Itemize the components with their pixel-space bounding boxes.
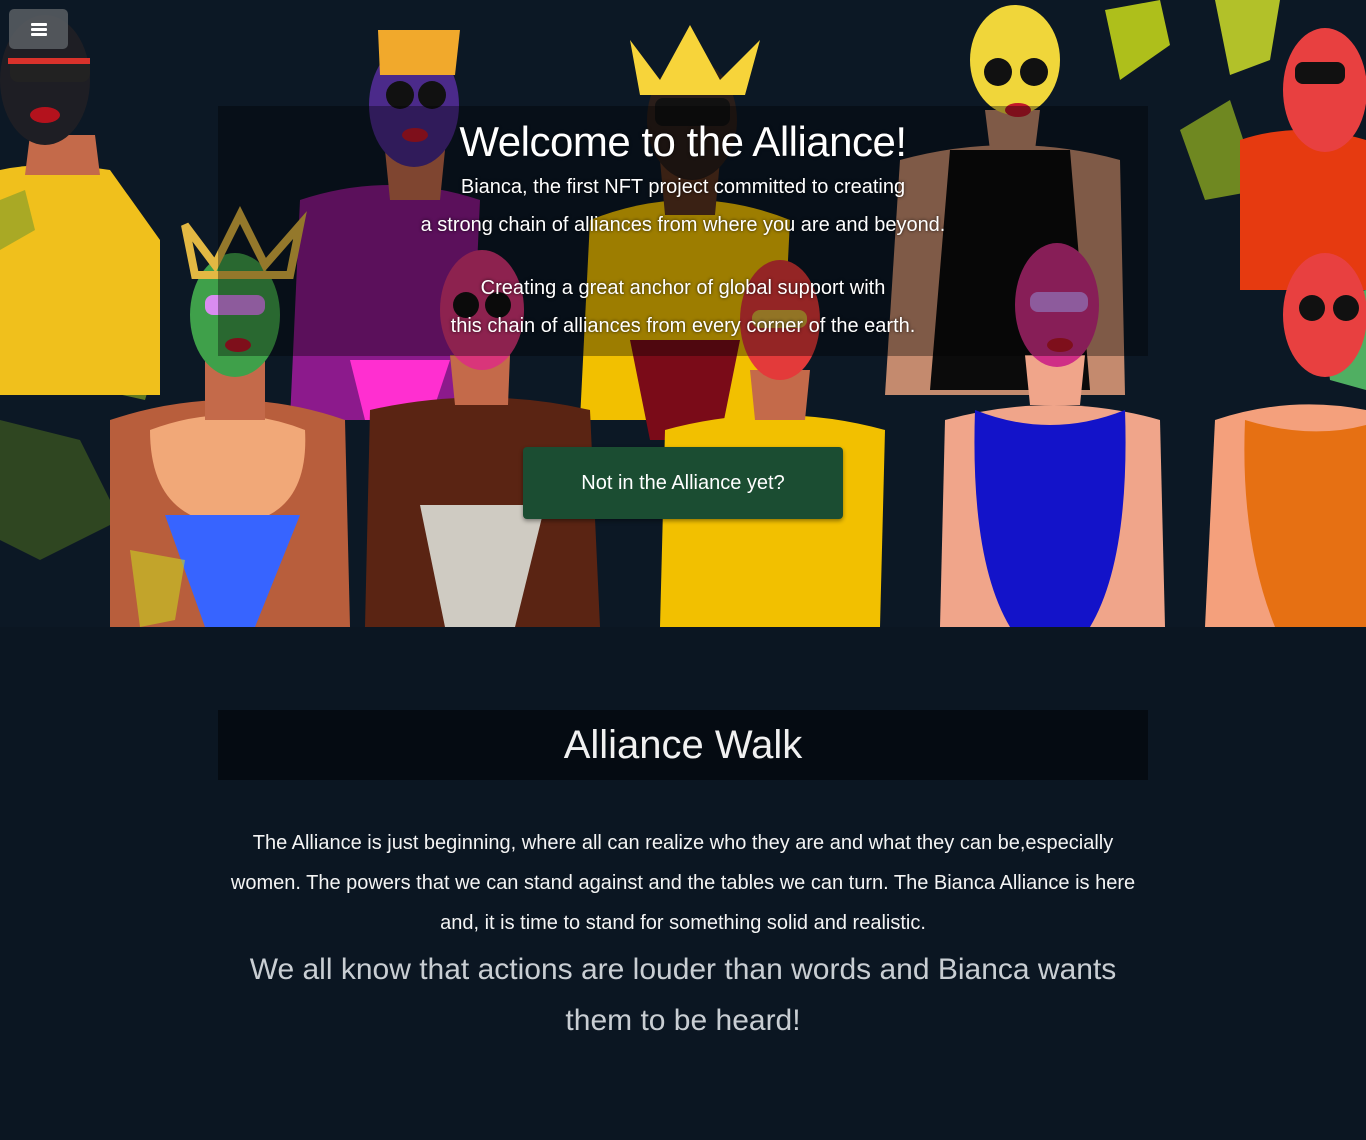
welcome-title: Welcome to the Alliance! [459,118,907,165]
welcome-panel: Welcome to the Alliance! Bianca, the fir… [218,106,1148,356]
alliance-walk-quote: We all know that actions are louder than… [249,953,1117,1037]
hero-banner: Welcome to the Alliance! Bianca, the fir… [0,0,1366,627]
welcome-line-2: a strong chain of alliances from where y… [420,214,946,236]
section-title: Alliance Walk [563,722,803,767]
join-alliance-button[interactable]: Not in the Alliance yet? [523,447,843,519]
welcome-line-3: Creating a great anchor of global suppor… [480,277,886,299]
welcome-line-4: this chain of alliances from every corne… [450,315,916,337]
hamburger-icon [30,21,47,38]
alliance-walk-body: The Alliance is just beginning, where al… [230,832,1136,934]
alliance-walk-header: Alliance Walk [218,710,1148,780]
menu-button[interactable] [9,9,68,49]
welcome-line-1: Bianca, the first NFT project committed … [460,176,906,198]
